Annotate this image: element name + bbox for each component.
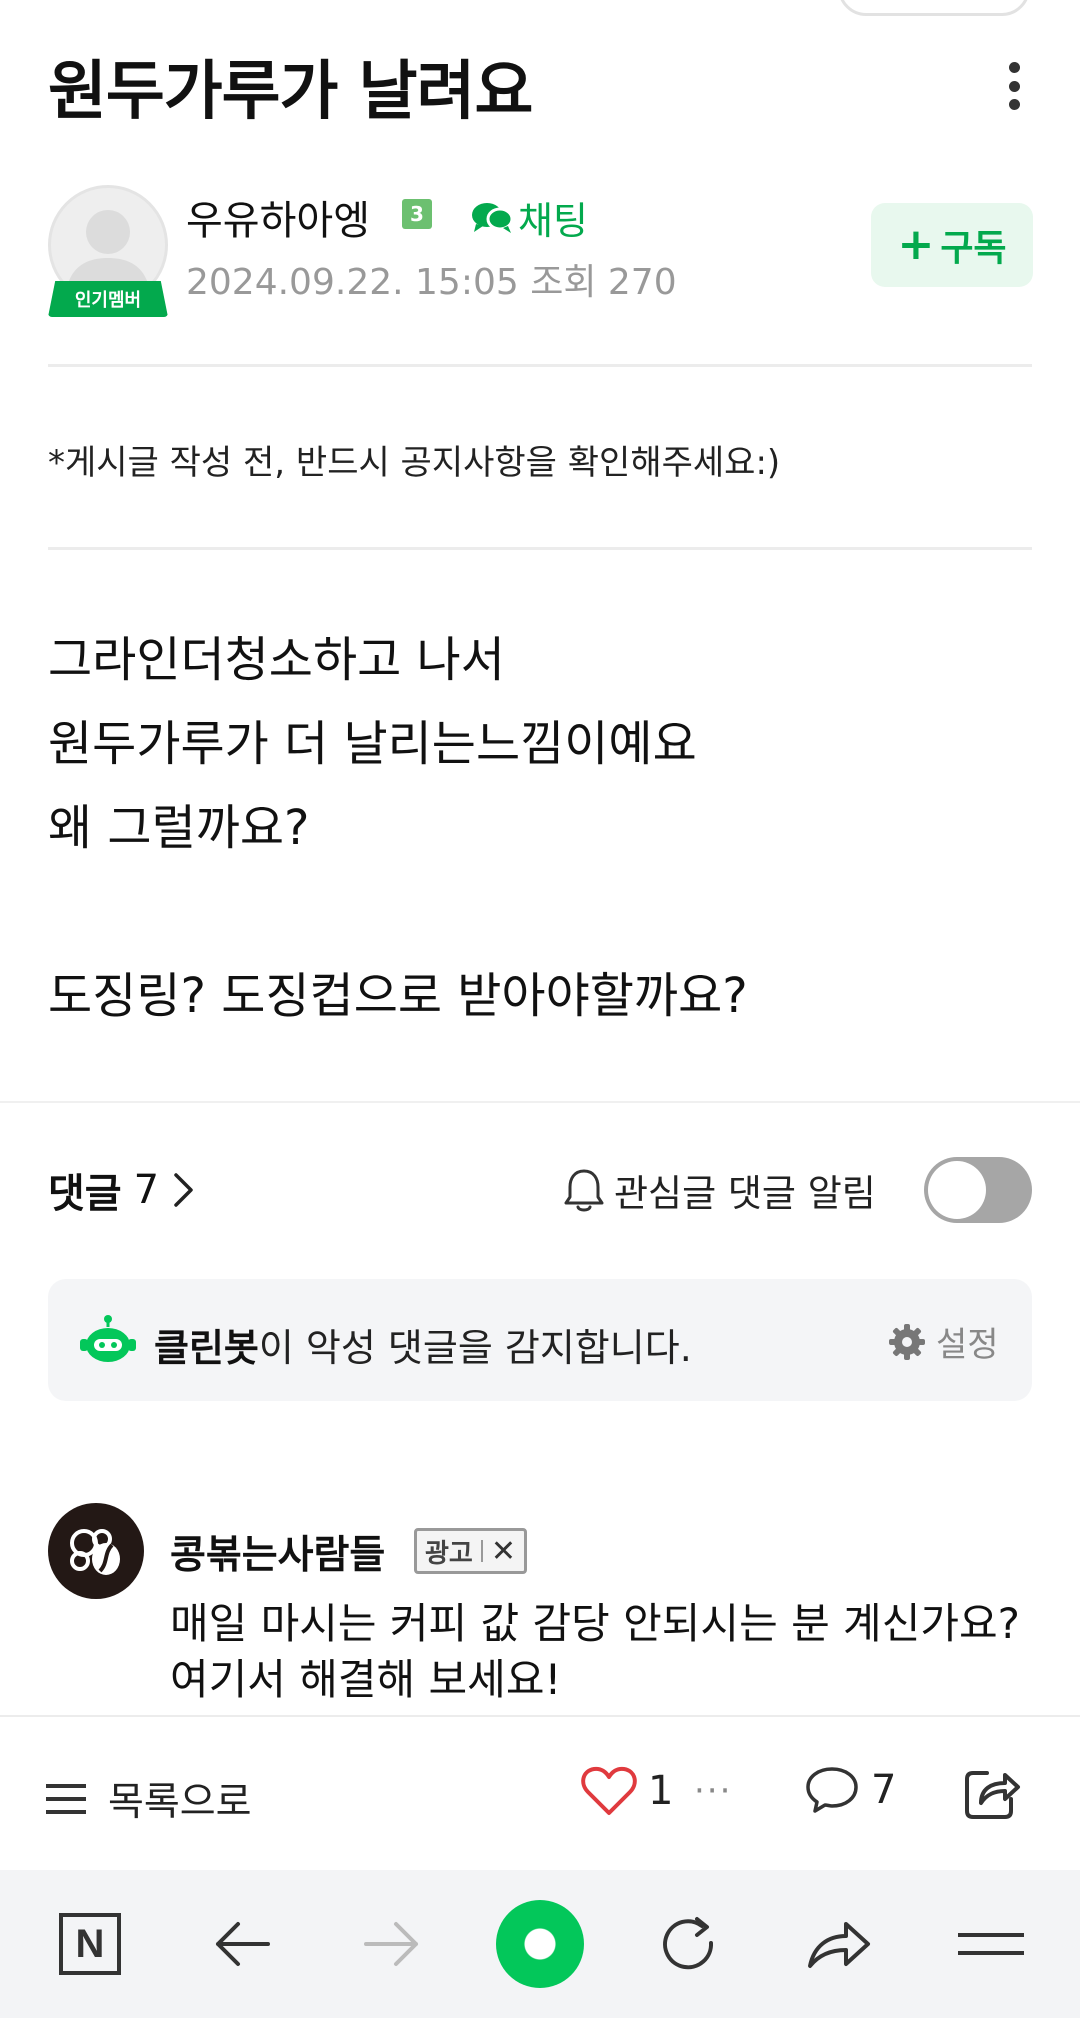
divider [48,364,1032,367]
cleanbot-banner: 클린봇이 악성 댓글을 감지합니다. 설정 [48,1279,1032,1401]
arrow-left-icon [216,1922,270,1966]
body-line: 그라인더청소하고 나서 [48,632,505,688]
top-pill [838,0,1030,16]
comment-count: 7 [871,1767,897,1813]
watch-alert: 관심글 댓글 알림 [562,1163,876,1217]
ad-name[interactable]: 콩볶는사람들 [170,1524,385,1580]
subscribe-button[interactable]: + 구독 [871,203,1033,287]
chevron-right-icon [174,1173,193,1207]
chat-label: 채팅 [518,199,588,243]
more-dots-icon[interactable]: ··· [694,1771,732,1811]
level-badge: 3 [402,199,432,229]
post-meta: 2024.09.22. 15:05 조회 270 [186,262,677,303]
notice-text: *게시글 작성 전, 반드시 공지사항을 확인해주세요:) [48,443,781,483]
refresh-button[interactable] [656,1870,720,2018]
green-dot-button[interactable] [496,1870,584,2018]
ad-text[interactable]: 매일 마시는 커피 값 감당 안되시는 분 계신가요? 여기서 해결해 보세요! [170,1596,1030,1708]
popular-member-badge: 인기멤버 [48,281,168,317]
comments-count: 7 [133,1167,160,1213]
like-button[interactable]: 1 [580,1765,673,1817]
gear-icon [889,1323,925,1360]
bell-icon [564,1169,604,1212]
close-icon[interactable]: ✕ [491,1534,516,1569]
post-action-bar: 목록으로 1 ··· 7 [0,1715,1080,1870]
chat-bubbles-icon [472,202,514,233]
forward-button[interactable] [360,1870,424,2018]
share-page-button[interactable] [806,1870,872,2018]
author-avatar[interactable]: 인기멤버 [48,185,168,320]
naver-n-icon: N [59,1913,121,1975]
to-list-label: 목록으로 [108,1780,252,1825]
comments-header[interactable]: 댓글 7 [48,1161,195,1219]
cleanbot-name: 클린봇 [154,1326,259,1370]
body-line: 왜 그럴까요? [48,800,310,856]
cleanbot-icon [80,1315,136,1362]
body-line: 원두가루가 더 날리는느낌이예요 [48,716,697,772]
comments-label: 댓글 [48,1171,122,1217]
green-circle-icon [496,1900,584,1988]
menu-lines-icon [958,1933,1024,1955]
subscribe-label: 구독 [940,228,1007,269]
naver-home-button[interactable]: N [58,1870,122,2018]
heart-icon [581,1766,637,1815]
watch-alert-label: 관심글 댓글 알림 [614,1172,876,1215]
ad-label: 광고 [425,1538,473,1569]
share-icon [965,1771,1020,1819]
back-to-list-button[interactable]: 목록으로 [46,1771,252,1827]
page-title: 원두가루가 날려요 [48,55,533,129]
hamburger-menu-icon [46,1784,86,1814]
coffee-bean-logo-icon [70,1529,120,1575]
post-body: 그라인더청소하고 나서 원두가루가 더 날리는느낌이예요 왜 그럴까요? 도징링… [48,618,748,1038]
browser-toolbar: N [0,1870,1080,2018]
ad-tag: 광고 ✕ [414,1528,527,1574]
author-name[interactable]: 우유하아엥 [186,188,370,246]
divider [48,547,1032,550]
back-button[interactable] [210,1870,274,2018]
arrow-right-icon [364,1922,418,1966]
ad-logo[interactable] [48,1503,144,1599]
comment-button[interactable]: 7 [805,1765,896,1815]
browser-menu-button[interactable] [958,1870,1024,2018]
cleanbot-settings-button[interactable]: 설정 [888,1317,999,1366]
settings-label: 설정 [936,1325,999,1365]
refresh-icon [663,1917,714,1970]
chat-button[interactable]: 채팅 [470,190,588,245]
speech-bubble-icon [806,1767,858,1813]
section-separator [0,1101,1080,1103]
body-line: 도징링? 도징컵으로 받아야할까요? [48,968,748,1024]
body-line [48,870,748,954]
forward-share-icon [808,1922,870,1968]
watch-alert-toggle[interactable] [924,1157,1032,1223]
plus-icon: + [897,219,935,270]
share-button[interactable] [963,1765,1021,1825]
cleanbot-text: 이 악성 댓글을 감지합니다. [258,1326,692,1370]
more-options-icon[interactable] [996,56,1032,116]
cleanbot-message: 클린봇이 악성 댓글을 감지합니다. [154,1317,692,1372]
like-count: 1 [648,1768,674,1814]
